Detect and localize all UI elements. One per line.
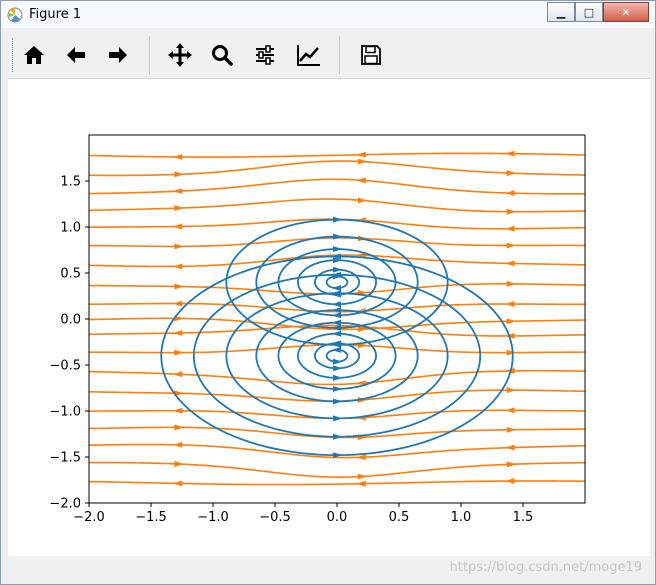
x-tick-label: −2.0 xyxy=(73,510,105,525)
forward-button[interactable] xyxy=(101,38,135,72)
window-title: Figure 1 xyxy=(29,7,82,22)
matplotlib-app-icon xyxy=(7,7,23,23)
toolbar-grip[interactable] xyxy=(12,38,16,72)
y-tick-label: 0.0 xyxy=(60,313,81,328)
y-axis: −2.0 −1.5 −1.0 −0.5 0.0 0.5 1.0 1.5 xyxy=(49,175,89,512)
arrow-right-icon xyxy=(109,47,127,63)
arrow-left-icon xyxy=(67,47,85,63)
figure-window: Figure 1 ▁ □ ✕ −2.0 −1.5 −1.0 −0.5 0.0 0… xyxy=(0,0,656,585)
y-tick-label: −0.5 xyxy=(49,359,81,374)
navigation-toolbar xyxy=(8,30,650,79)
window-controls: ▁ □ ✕ xyxy=(547,2,649,22)
move-icon xyxy=(168,43,192,67)
x-tick-label: −0.5 xyxy=(259,510,291,525)
toolbar-separator xyxy=(339,36,340,74)
y-tick-label: −2.0 xyxy=(49,497,81,512)
x-tick-label: 1.5 xyxy=(513,510,534,525)
y-tick-label: 0.5 xyxy=(60,267,81,282)
home-icon xyxy=(24,46,44,64)
save-button[interactable] xyxy=(354,38,388,72)
x-tick-label: −1.0 xyxy=(197,510,229,525)
back-button[interactable] xyxy=(59,38,93,72)
y-tick-label: 1.0 xyxy=(60,221,81,236)
zoom-button[interactable] xyxy=(205,38,239,72)
streamplot-chart[interactable]: −2.0 −1.5 −1.0 −0.5 0.0 0.5 1.0 1.5 −2.0 −1.5 −1.… xyxy=(8,79,650,556)
line-chart-icon xyxy=(297,45,320,66)
watermark-text: https://blog.csdn.net/moge19 xyxy=(449,560,642,575)
y-tick-label: 1.5 xyxy=(60,175,81,190)
status-bar: https://blog.csdn.net/moge19 xyxy=(8,557,650,581)
y-tick-label: −1.5 xyxy=(49,451,81,466)
minimize-button[interactable]: ▁ xyxy=(547,2,575,22)
close-button[interactable]: ✕ xyxy=(603,2,649,22)
x-tick-label: 0.0 xyxy=(327,510,348,525)
x-tick-label: 1.0 xyxy=(451,510,472,525)
x-axis: −2.0 −1.5 −1.0 −0.5 0.0 0.5 1.0 1.5 xyxy=(73,503,533,525)
home-button[interactable] xyxy=(17,38,51,72)
configure-subplots-button[interactable] xyxy=(248,38,282,72)
maximize-button[interactable]: □ xyxy=(575,2,603,22)
pan-button[interactable] xyxy=(163,38,197,72)
maximize-icon: □ xyxy=(583,5,595,19)
title-bar[interactable]: Figure 1 ▁ □ ✕ xyxy=(1,1,655,28)
edit-axis-button[interactable] xyxy=(292,38,326,72)
x-tick-label: −1.5 xyxy=(135,510,167,525)
magnifier-icon xyxy=(212,45,233,66)
figure-canvas[interactable]: −2.0 −1.5 −1.0 −0.5 0.0 0.5 1.0 1.5 −2.0 −1.5 −1.… xyxy=(8,79,650,556)
y-tick-label: −1.0 xyxy=(49,405,81,420)
x-tick-label: 0.5 xyxy=(389,510,410,525)
floppy-disk-icon xyxy=(361,45,381,65)
close-icon: ✕ xyxy=(621,5,631,19)
minimize-icon: ▁ xyxy=(556,5,566,19)
toolbar-separator xyxy=(149,36,150,74)
sliders-icon xyxy=(256,45,274,65)
